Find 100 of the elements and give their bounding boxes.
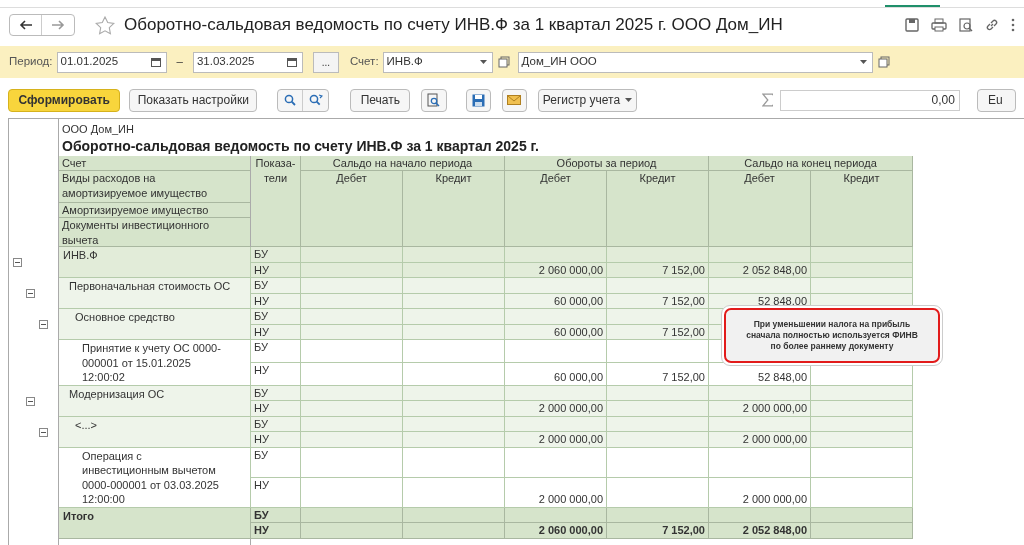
amount-cell: 7 152,00 [662, 293, 705, 308]
collapse-toggle[interactable] [13, 258, 22, 267]
settings-button[interactable]: Показать настройки [129, 88, 258, 112]
column-group-header: Сальдо на конец периода [709, 156, 913, 171]
tooltip-callout: При уменьшении налога на прибыль сначала полностью используется ФИНВ по более раннему документу [724, 308, 940, 363]
column-header: Документы инвестиционного вычета [61, 218, 211, 247]
row-label: ИНВ.Ф [62, 248, 99, 263]
save-icon[interactable] [905, 18, 919, 32]
amount-cell: 7 152,00 [662, 370, 705, 385]
preview-icon[interactable] [959, 18, 973, 32]
date-field[interactable]: 31.03.2025 [192, 51, 303, 73]
indicator-label: БУ [254, 386, 268, 399]
amount-cell: 7 152,00 [662, 523, 705, 538]
indicator-label: НУ [254, 478, 269, 491]
back-arrow-icon [18, 20, 33, 30]
floppy-icon [471, 93, 485, 107]
period-label: Период: [9, 54, 53, 70]
indicator-label: БУ [254, 448, 268, 461]
generate-button[interactable]: Сформировать [8, 88, 121, 112]
amount-cell: 2 000 000,00 [742, 492, 807, 507]
organization-name: ООО Дом_ИН [62, 122, 134, 137]
amount-cell: 2 060 000,00 [538, 523, 603, 538]
star-icon[interactable] [95, 15, 115, 35]
dropdown-icon [625, 98, 633, 102]
mail-button[interactable] [501, 88, 528, 112]
calendar-icon[interactable] [286, 57, 297, 67]
register-dropdown-button[interactable]: Регистр учета [538, 88, 637, 112]
date-separator: – [176, 54, 183, 70]
amount-cell: 2 052 848,00 [742, 523, 807, 538]
indicator-label: БУ [254, 279, 268, 291]
amount-cell: 2 000 000,00 [538, 492, 603, 507]
column-header: Кредит [811, 171, 913, 246]
dropdown-icon[interactable] [859, 60, 867, 64]
save-button[interactable] [465, 88, 491, 112]
column-header: Дебет [301, 171, 403, 246]
indicator-label: НУ [254, 325, 269, 338]
account-label: Счет: [349, 54, 379, 70]
indicator-label: БУ [254, 248, 268, 260]
amount-cell: 60 000,00 [554, 324, 603, 339]
indicator-label: НУ [254, 433, 269, 445]
total-label: Итого [62, 508, 96, 523]
amount-cell: 7 152,00 [662, 324, 705, 339]
row-label: Основное средство [74, 310, 176, 325]
collapse-toggle[interactable] [26, 396, 35, 406]
row-label: <...> [74, 417, 99, 432]
amount-cell: 7 152,00 [662, 262, 705, 277]
date-field[interactable]: 01.01.2025 [56, 51, 167, 73]
indicator-label: НУ [254, 402, 269, 414]
forward-arrow-icon [51, 20, 65, 30]
print-button[interactable]: Печать [350, 88, 411, 112]
column-header: Счет [61, 156, 88, 171]
column-header: Амортизируемое имущество [61, 203, 210, 218]
indicator-label: НУ [254, 294, 269, 307]
column-group-header: Обороты за период [505, 156, 709, 171]
indicator-label: БУ [254, 310, 268, 322]
preview-button[interactable] [421, 88, 447, 112]
more-icon[interactable] [1011, 18, 1015, 32]
search-refresh-icon [308, 94, 323, 106]
column-header: Дебет [505, 171, 607, 246]
document-label: Принятие к учету ОС 0000-000001 от 15.01.2025 12:00:02 [81, 341, 222, 385]
column-header: Дебет [709, 171, 811, 246]
period-choice-button[interactable]: ... [312, 51, 339, 73]
indicator-label: БУ [254, 341, 268, 353]
indicator-label: НУ [254, 524, 269, 536]
preview-icon [427, 93, 441, 107]
collapse-toggle[interactable] [26, 289, 35, 298]
search-icon [284, 94, 297, 106]
amount-cell: 2 000 000,00 [742, 401, 807, 416]
open-icon[interactable] [877, 56, 890, 68]
column-header: Показа-тели [251, 156, 301, 247]
account-field[interactable]: ИНВ.Ф [382, 51, 493, 73]
row-label: Первоначальная стоимость ОС [68, 279, 232, 294]
envelope-icon [507, 95, 522, 105]
organization-field[interactable]: Дом_ИН ООО [517, 51, 873, 73]
amount-cell: 60 000,00 [554, 370, 603, 385]
collapse-toggle[interactable] [39, 320, 48, 329]
row-label: Модернизация ОС [68, 386, 166, 401]
toolbar-button[interactable]: Eu [976, 88, 1016, 112]
open-icon[interactable] [497, 56, 510, 68]
amount-cell: 52 848,00 [758, 370, 807, 385]
report-title: Оборотно-сальдовая ведомость по счету ИНВ.Ф за 1 квартал 2025 г. [62, 136, 539, 155]
amount-cell: 60 000,00 [554, 293, 603, 308]
indicator-label: НУ [254, 263, 269, 276]
dropdown-icon[interactable] [479, 60, 487, 64]
print-icon[interactable] [931, 18, 947, 32]
amount-cell: 2 060 000,00 [538, 262, 603, 277]
column-group-header: Сальдо на начало периода [301, 156, 505, 171]
amount-cell: 2 052 848,00 [742, 262, 807, 277]
column-header: Виды расходов на амортизируемое имущество [61, 171, 209, 200]
document-label: Операция с инвестиционным вычетом 0000-000001 от 03.03.2025 12:00:00 [81, 448, 220, 507]
indicator-label: БУ [254, 508, 269, 521]
sum-field: 0,00 [780, 89, 960, 111]
amount-cell: 52 848,00 [758, 293, 807, 308]
collapse-toggle[interactable] [39, 427, 48, 437]
amount-cell: 2 000 000,00 [538, 432, 603, 447]
amount-cell: 2 000 000,00 [538, 401, 603, 416]
window-title: Оборотно-сальдовая ведомость по счету ИНВ.Ф за 1 квартал 2025 г. ООО Дом_ИН [124, 14, 783, 37]
indicator-label: БУ [254, 417, 268, 430]
calendar-icon[interactable] [150, 57, 161, 67]
link-icon[interactable] [985, 18, 999, 32]
